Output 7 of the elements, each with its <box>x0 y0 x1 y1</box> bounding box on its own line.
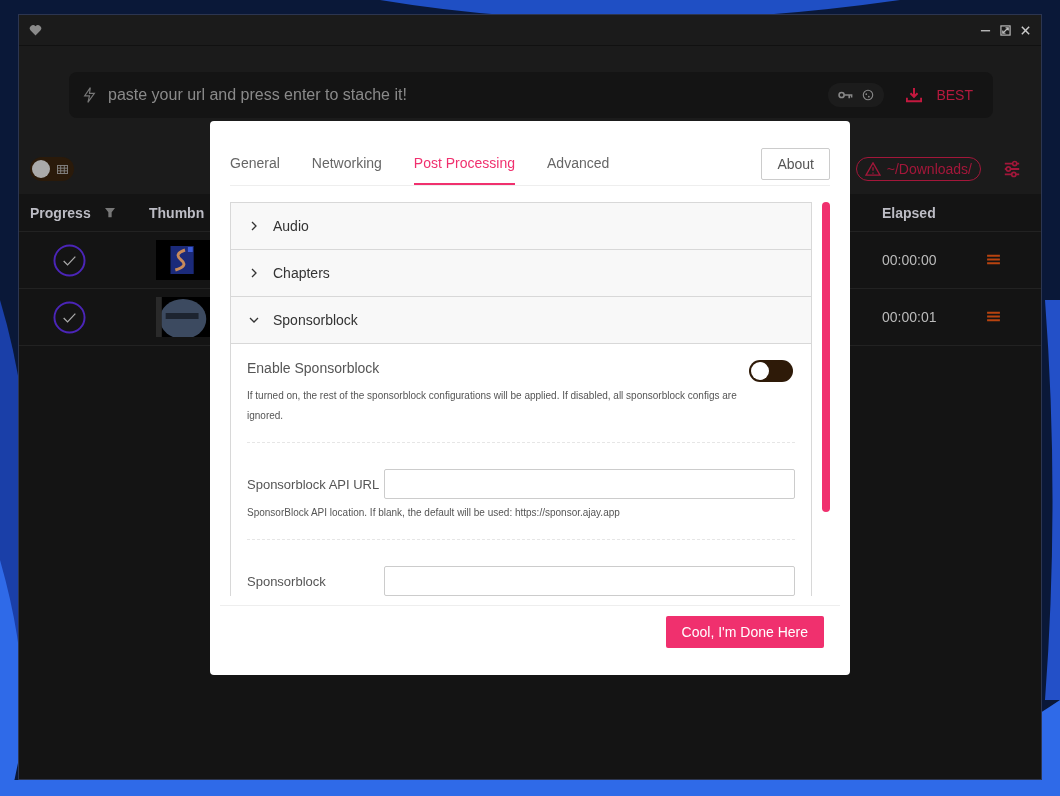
field-label: Sponsorblock API URL <box>247 476 381 492</box>
table-cell: 00:00:01 <box>882 309 937 325</box>
table-cell: 00:00:00 <box>882 252 937 268</box>
field-label: Sponsorblock <box>247 573 327 589</box>
help-text: If turned on, the rest of the sponsorblock configurations will be applied. If disabled, all sponsorblock configs are ignored. <box>247 389 738 423</box>
help-text: SponsorBlock API location. If blank, the default will be used: https://sponsor.ajay.app <box>247 506 621 520</box>
field-label: Enable Sponsorblock <box>247 360 380 376</box>
